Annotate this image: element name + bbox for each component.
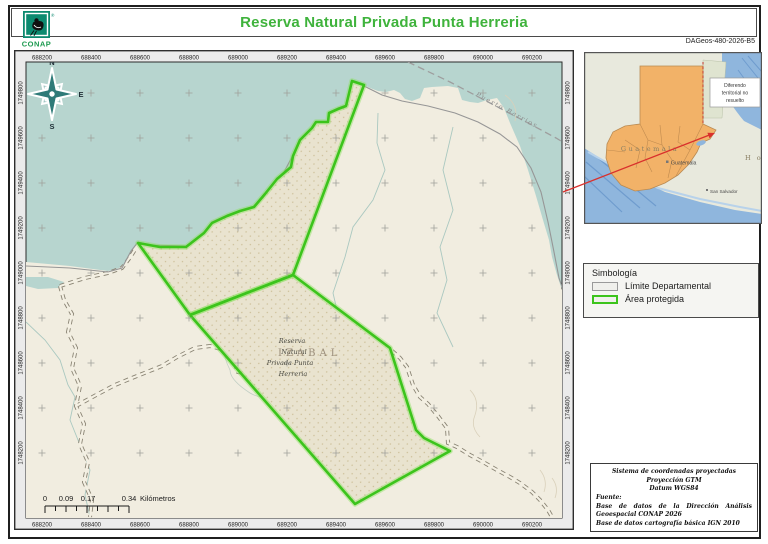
conap-logo-graphic: ® CONAP <box>20 11 60 49</box>
grid-coordinate-label: 689400 <box>326 56 347 62</box>
scale-label-2: 0.17 <box>81 494 96 503</box>
grid-coordinate-label: 1748600 <box>566 351 572 375</box>
grid-coordinate-label: 689800 <box>424 56 445 62</box>
note-line3: resuelto <box>726 98 744 104</box>
legend-title: Simbología <box>592 268 758 278</box>
inset-country-label: Guatemala <box>621 145 679 153</box>
inset-locator-map: Diferendo territorial no resuelto Guatem… <box>584 52 762 224</box>
grid-coordinate-label: 1749000 <box>19 261 25 285</box>
grid-coordinate-label: 690000 <box>473 56 494 62</box>
grid-coordinate-label: 1749800 <box>19 81 25 105</box>
credits-box: Sistema de coordenadas proyectadas Proye… <box>590 463 758 532</box>
grid-coordinate-label: 1749200 <box>566 216 572 240</box>
grid-coordinate-label: 1749800 <box>566 81 572 105</box>
grid-coordinate-label: 689000 <box>228 523 249 529</box>
grid-coordinate-label: 1748200 <box>19 441 25 465</box>
note-line1: Diferendo <box>724 83 746 89</box>
page-title: Reserva Natural Privada Punta Herreria <box>12 9 756 36</box>
main-map: Reserva Natural Privada Punta Herreria I… <box>14 50 574 530</box>
inset-city2-label: San Salvador <box>710 189 738 194</box>
scale-label-3: 0.34 <box>122 494 137 503</box>
grid-coordinate-label: 689200 <box>277 523 298 529</box>
reserve-label-line3: Privada Punta <box>266 359 314 367</box>
credits-source-heading: Fuente: <box>596 494 752 503</box>
territorial-note-box: Diferendo territorial no resuelto <box>710 78 760 107</box>
grid-coordinate-label: 688400 <box>81 56 102 62</box>
departmental-limit-swatch <box>592 282 618 291</box>
protected-area-swatch <box>592 295 618 304</box>
grid-coordinate-label: 1748400 <box>566 396 572 420</box>
grid-coordinate-label: 1748400 <box>19 396 25 420</box>
grid-coordinate-label: 1749200 <box>19 216 25 240</box>
reserve-label-line4: Herreria <box>278 370 308 378</box>
grid-coordinate-label: 689000 <box>228 56 249 62</box>
registered-mark-icon: ® <box>51 12 55 18</box>
grid-coordinate-label: 688400 <box>81 523 102 529</box>
grid-coordinate-label: 1748200 <box>566 441 572 465</box>
scale-unit-label: Kilómetros <box>140 494 176 503</box>
legend-item-label: Límite Departamental <box>625 281 711 291</box>
grid-coordinate-label: 1749400 <box>19 171 25 195</box>
grid-coordinate-label: 1749600 <box>19 126 25 150</box>
document-id: DAGeos-480-2026-B5 <box>686 38 755 45</box>
grid-coordinate-label: 689600 <box>375 523 396 529</box>
map-document-page: { "header": { "title": "Reserva Natural … <box>0 0 768 544</box>
inset-city-label: Guatemala <box>671 161 696 167</box>
grid-coordinate-label: 690000 <box>473 523 494 529</box>
legend-item-departmental: Límite Departamental <box>592 281 758 291</box>
scale-label-1: 0.09 <box>59 494 74 503</box>
credits-datum: Datum WGS84 <box>596 485 752 494</box>
credits-source-line1: Base de datos de la Dirección Análisis G… <box>596 503 752 520</box>
logo-text: CONAP <box>22 40 52 49</box>
grid-coordinate-label: 1748800 <box>566 306 572 330</box>
credits-coordinate-system: Sistema de coordenadas proyectadas <box>596 468 752 477</box>
grid-coordinate-label: 688600 <box>130 56 151 62</box>
capital-city-marker <box>666 161 669 164</box>
grid-coordinate-label: 689400 <box>326 523 347 529</box>
credits-projection: Proyección GTM <box>596 477 752 486</box>
legend: Simbología Límite Departamental Área pro… <box>583 263 759 318</box>
grid-coordinate-label: 688800 <box>179 56 200 62</box>
inset-neighbor-label: H o <box>745 154 762 162</box>
compass-e-label: E <box>78 90 83 99</box>
inset-map: Diferendo territorial no resuelto Guatem… <box>584 52 762 224</box>
scale-label-0: 0 <box>43 494 47 503</box>
grid-coordinate-label: 688800 <box>179 523 200 529</box>
legend-item-protected: Área protegida <box>592 294 758 304</box>
grid-coordinate-label: 1748800 <box>19 306 25 330</box>
grid-coordinate-label: 1749000 <box>566 261 572 285</box>
grid-coordinate-label: 690200 <box>522 523 543 529</box>
grid-coordinate-label: 1749400 <box>566 171 572 195</box>
grid-coordinate-label: 1748600 <box>19 351 25 375</box>
legend-item-label: Área protegida <box>625 294 684 304</box>
note-line2: territorial no <box>722 91 749 97</box>
grid-coordinate-label: 689200 <box>277 56 298 62</box>
grid-coordinate-label: 689600 <box>375 56 396 62</box>
credits-source-line2: Base de datos cartografía básica IGN 201… <box>596 520 752 529</box>
grid-coordinate-label: 688600 <box>130 523 151 529</box>
department-label: IZABAL <box>278 348 341 359</box>
grid-coordinate-label: 689800 <box>424 523 445 529</box>
compass-s-label: S <box>49 122 54 131</box>
main-map-panel: Reserva Natural Privada Punta Herreria I… <box>14 50 574 530</box>
conap-logo: ® CONAP <box>20 11 60 49</box>
reserve-label-line1: Reserva <box>278 337 306 345</box>
grid-coordinate-label: 1749600 <box>566 126 572 150</box>
san-salvador-marker <box>706 189 708 191</box>
grid-coordinate-label: 690200 <box>522 56 543 62</box>
header: Reserva Natural Privada Punta Herreria <box>11 8 757 37</box>
grid-coordinate-label: 688200 <box>32 56 53 62</box>
grid-coordinate-label: 688200 <box>32 523 53 529</box>
